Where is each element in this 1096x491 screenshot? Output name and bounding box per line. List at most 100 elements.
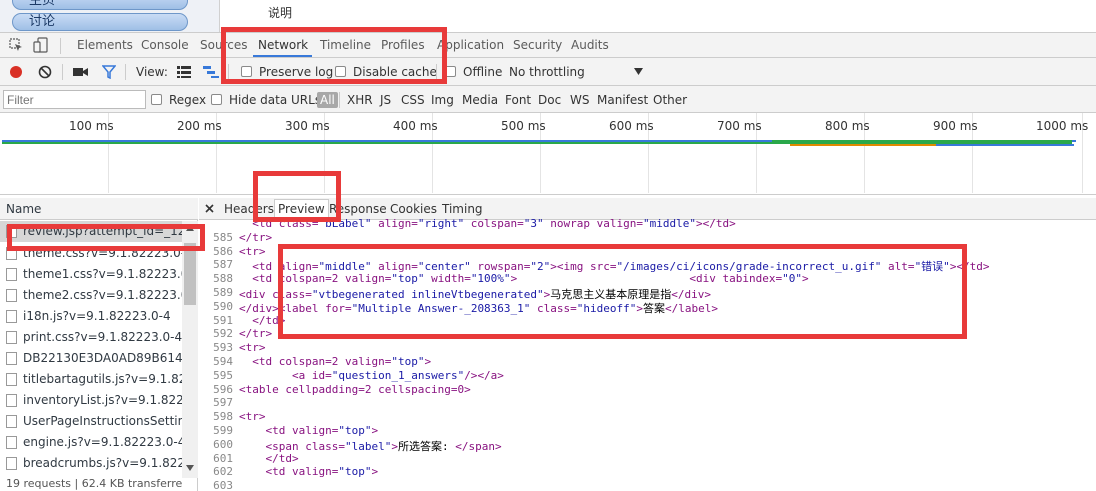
tab-headers[interactable]: Headers	[224, 202, 274, 216]
request-summary: 19 requests | 62.4 KB transferred	[6, 477, 182, 490]
line-number: 594	[213, 355, 233, 368]
source-line: <table cellpadding=2 cellspacing=0>	[239, 382, 471, 396]
request-row[interactable]: engine.js?v=9.1.82223.0-4	[0, 432, 182, 453]
line-number: 597	[213, 396, 233, 410]
hide-data-urls-checkbox[interactable]	[211, 94, 222, 105]
request-name: theme2.css?v=9.1.82223.0	[23, 288, 182, 302]
overview-request-bar	[790, 144, 936, 146]
active-tab-underline	[253, 55, 312, 57]
tab-cookies[interactable]: Cookies	[390, 202, 437, 216]
request-row[interactable]: inventoryList.js?v=9.1.82223...	[0, 390, 182, 411]
request-list-header[interactable]: Name	[0, 198, 198, 220]
document-icon	[6, 415, 17, 428]
request-row[interactable]: theme.css?v=9.1.82223.0-4	[0, 243, 182, 264]
tab-sources[interactable]: Sources	[200, 38, 247, 52]
request-name: breadcrumbs.js?v=9.1.8222...	[23, 456, 182, 470]
source-line: </td>	[265, 451, 299, 465]
scroll-up-icon[interactable]	[186, 225, 194, 231]
throttling-select[interactable]: No throttling	[509, 65, 585, 79]
filter-type-all[interactable]: All	[317, 92, 338, 108]
inspect-element-icon[interactable]	[9, 38, 23, 52]
tab-profiles[interactable]: Profiles	[381, 38, 425, 52]
line-number: 593	[213, 341, 233, 355]
page-nav-discussion-button[interactable]: 讨论	[12, 13, 188, 31]
request-row[interactable]: theme1.css?v=9.1.82223.0	[0, 264, 182, 285]
disable-cache-checkbox[interactable]	[335, 66, 346, 77]
filter-type-ws[interactable]: WS	[570, 93, 589, 107]
document-icon	[6, 225, 17, 238]
filter-type-other[interactable]: Other	[653, 93, 687, 107]
source-line: <a id="question_1_answers"/></a>	[291, 368, 504, 382]
preserve-log-checkbox[interactable]	[241, 66, 252, 77]
large-request-rows-icon[interactable]	[177, 66, 191, 78]
filter-icon[interactable]	[102, 65, 116, 79]
filter-type-media[interactable]: Media	[462, 93, 498, 107]
overview-tick: 600 ms	[609, 119, 654, 133]
filter-type-js[interactable]: JS	[380, 93, 391, 107]
scroll-down-icon[interactable]	[186, 465, 194, 471]
line-number: 589	[213, 286, 233, 299]
overview-tick: 1000 ms	[1036, 119, 1089, 133]
source-line: </td>	[252, 313, 286, 327]
tab-elements[interactable]: Elements	[77, 38, 133, 52]
document-icon	[6, 436, 17, 449]
preview-source-view[interactable]: <td class="bLabel" align="right" colspan…	[199, 217, 1096, 491]
tab-audits[interactable]: Audits	[571, 38, 609, 52]
device-mode-icon[interactable]	[33, 37, 49, 53]
document-icon	[6, 331, 17, 344]
request-row[interactable]: DB22130E3DA0AD89B6140...	[0, 348, 182, 369]
filter-type-css[interactable]: CSS	[401, 93, 425, 107]
line-number: 599	[213, 424, 233, 437]
request-row[interactable]: theme2.css?v=9.1.82223.0	[0, 285, 182, 306]
overview-tick: 800 ms	[825, 119, 870, 133]
request-row[interactable]: review.jsp?attempt_id=_120...	[0, 221, 182, 242]
document-icon	[6, 247, 17, 260]
offline-checkbox[interactable]	[445, 66, 456, 77]
page-nav-home-button[interactable]: 主页	[12, 0, 188, 10]
filter-type-xhr[interactable]: XHR	[347, 93, 373, 107]
request-row[interactable]: UserPageInstructionsSetting...	[0, 411, 182, 432]
scrollbar-thumb[interactable]	[184, 243, 196, 305]
waterfall-overview-icon[interactable]	[203, 66, 219, 78]
source-line: </tr>	[239, 327, 273, 341]
request-row[interactable]: breadcrumbs.js?v=9.1.8222...	[0, 453, 182, 474]
regex-checkbox[interactable]	[151, 94, 162, 105]
request-row[interactable]: titlebartagutils.js?v=9.1.822...	[0, 369, 182, 390]
tab-timing[interactable]: Timing	[442, 202, 483, 216]
source-line: <td colspan=2 valign="top">	[252, 355, 432, 368]
filter-type-doc[interactable]: Doc	[538, 93, 561, 107]
chevron-down-icon[interactable]	[634, 68, 643, 75]
close-icon[interactable]	[205, 204, 214, 213]
tab-security[interactable]: Security	[513, 38, 562, 52]
request-name: titlebartagutils.js?v=9.1.822...	[23, 372, 182, 386]
document-icon	[6, 289, 17, 302]
document-icon	[6, 457, 17, 470]
document-icon	[6, 373, 17, 386]
filter-input[interactable]	[3, 90, 146, 109]
page-content-strip: 主页 讨论 说明	[0, 0, 1096, 32]
tab-network[interactable]: Network	[258, 38, 308, 52]
tab-application[interactable]: Application	[437, 38, 504, 52]
capture-screenshots-icon[interactable]	[73, 66, 89, 78]
line-number: 588	[213, 272, 233, 286]
request-row[interactable]: print.css?v=9.1.82223.0-4	[0, 327, 182, 348]
overview-tick: 200 ms	[177, 119, 222, 133]
line-number: 585	[213, 230, 233, 244]
request-name: review.jsp?attempt_id=_120...	[23, 224, 182, 238]
filter-type-img[interactable]: Img	[431, 93, 454, 107]
line-number: 601	[213, 451, 233, 465]
overview-tick: 400 ms	[393, 119, 438, 133]
source-line: <tr>	[239, 410, 266, 424]
record-icon[interactable]	[9, 65, 23, 79]
request-row[interactable]: i18n.js?v=9.1.82223.0-4	[0, 306, 182, 327]
filter-type-font[interactable]: Font	[505, 93, 531, 107]
source-line: <td colspan=2 valign="top" width="100%">…	[252, 272, 809, 286]
tab-response[interactable]: Response	[329, 202, 387, 216]
regex-label: Regex	[169, 93, 207, 107]
network-overview[interactable]: 100 ms 200 ms 300 ms 400 ms 500 ms 600 m…	[0, 113, 1096, 195]
tab-timeline[interactable]: Timeline	[320, 38, 371, 52]
tab-console[interactable]: Console	[141, 38, 189, 52]
overview-tick: 700 ms	[717, 119, 762, 133]
clear-icon[interactable]	[38, 65, 52, 79]
filter-type-manifest[interactable]: Manifest	[597, 93, 648, 107]
